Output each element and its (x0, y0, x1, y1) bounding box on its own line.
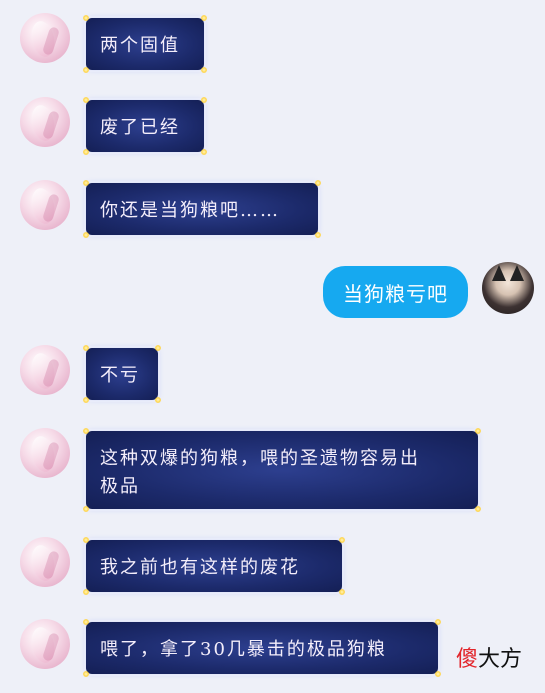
message-bubble[interactable]: 喂了，拿了30几暴击的极品狗粮 (83, 619, 441, 677)
star-decoration-icon (83, 428, 89, 434)
message-bubble[interactable]: 这种双爆的狗粮，喂的圣遗物容易出 极品 (83, 428, 481, 512)
star-decoration-icon (83, 149, 89, 155)
avatar-contact[interactable] (20, 537, 70, 587)
star-decoration-icon (83, 671, 89, 677)
star-decoration-icon (475, 506, 481, 512)
message-text: 废了已经 (100, 117, 180, 138)
message-text: 当狗粮亏吧 (343, 281, 448, 306)
avatar-contact[interactable] (20, 13, 70, 63)
message-text: 我之前也有这样的废花 (100, 557, 300, 578)
avatar-contact[interactable] (20, 180, 70, 230)
message-bubble[interactable]: 不亏 (83, 345, 161, 403)
star-decoration-icon (83, 180, 89, 186)
star-decoration-icon (315, 180, 321, 186)
star-decoration-icon (83, 345, 89, 351)
star-decoration-icon (435, 671, 441, 677)
star-decoration-icon (155, 345, 161, 351)
star-decoration-icon (83, 67, 89, 73)
avatar-contact[interactable] (20, 97, 70, 147)
watermark-part-2: 大方 (478, 647, 523, 672)
star-decoration-icon (83, 15, 89, 21)
star-decoration-icon (83, 537, 89, 543)
message-bubble[interactable]: 我之前也有这样的废花 (83, 537, 345, 595)
avatar-contact[interactable] (20, 428, 70, 478)
watermark-logo: 傻大方 (456, 641, 522, 673)
star-decoration-icon (201, 67, 207, 73)
message-bubble[interactable]: 两个固值 (83, 15, 207, 73)
star-decoration-icon (83, 232, 89, 238)
star-decoration-icon (83, 589, 89, 595)
avatar-contact[interactable] (20, 619, 70, 669)
star-decoration-icon (201, 149, 207, 155)
star-decoration-icon (435, 619, 441, 625)
star-decoration-icon (339, 537, 345, 543)
watermark-part-1: 傻 (456, 647, 479, 672)
star-decoration-icon (475, 428, 481, 434)
star-decoration-icon (83, 397, 89, 403)
star-decoration-icon (315, 232, 321, 238)
avatar-self[interactable] (482, 262, 534, 314)
star-decoration-icon (155, 397, 161, 403)
message-bubble[interactable]: 废了已经 (83, 97, 207, 155)
star-decoration-icon (83, 619, 89, 625)
message-bubble[interactable]: 你还是当狗粮吧…… (83, 180, 321, 238)
star-decoration-icon (201, 97, 207, 103)
message-text-line: 极品 (100, 476, 140, 497)
message-text: 你还是当狗粮吧…… (100, 200, 280, 221)
message-text: 喂了，拿了30几暴击的极品狗粮 (100, 639, 387, 660)
message-text: 不亏 (100, 365, 140, 386)
star-decoration-icon (339, 589, 345, 595)
star-decoration-icon (83, 506, 89, 512)
message-text-line: 这种双爆的狗粮，喂的圣遗物容易出 (100, 448, 420, 469)
star-decoration-icon (201, 15, 207, 21)
star-decoration-icon (83, 97, 89, 103)
message-text: 两个固值 (100, 35, 180, 56)
avatar-contact[interactable] (20, 345, 70, 395)
message-bubble-self[interactable]: 当狗粮亏吧 (323, 266, 468, 318)
